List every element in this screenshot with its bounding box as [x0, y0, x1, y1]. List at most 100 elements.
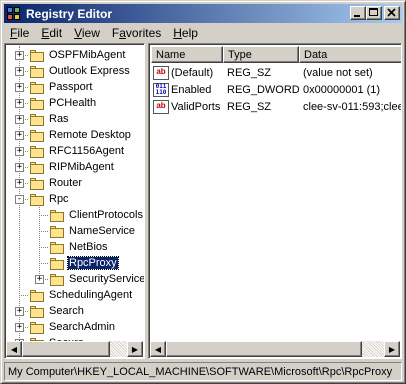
expand-icon[interactable]: + — [15, 179, 24, 188]
tree-horizontal-scrollbar[interactable]: ◀ ▶ — [6, 341, 143, 357]
arrow-right-icon: ▶ — [131, 344, 139, 354]
column-header-data[interactable]: Data — [299, 46, 401, 63]
folder-icon — [49, 209, 65, 222]
tree-item-searchadmin[interactable]: SearchAdmin — [29, 319, 116, 335]
folder-icon — [29, 81, 45, 94]
expand-icon[interactable]: + — [15, 163, 24, 172]
tree-item-search[interactable]: Search — [29, 303, 85, 319]
value-data: 0x00000001 (1) — [303, 83, 381, 96]
value-data: (value not set) — [303, 66, 373, 79]
folder-icon — [49, 225, 65, 238]
folder-icon — [29, 177, 45, 190]
expand-icon[interactable]: + — [15, 307, 24, 316]
folder-icon — [29, 65, 45, 78]
menu-file[interactable]: File — [4, 26, 35, 40]
dword-value-icon: 011 110 — [153, 82, 169, 97]
maximize-icon — [369, 8, 378, 16]
values-list-pane[interactable]: Name Type Data ab (Default) REG_SZ (value n… — [148, 43, 402, 359]
expand-icon[interactable]: + — [15, 323, 24, 332]
menu-view[interactable]: View — [68, 26, 106, 40]
column-header-type[interactable]: Type — [223, 46, 299, 63]
title-bar[interactable]: Registry Editor — [4, 4, 402, 23]
tree-item-ospfmibagent[interactable]: OSPFMibAgent — [29, 47, 126, 63]
tree-item-label: Outlook Express — [49, 65, 130, 77]
close-icon — [387, 8, 396, 17]
folder-icon — [29, 193, 45, 206]
expand-icon[interactable]: + — [15, 83, 24, 92]
tree-item-rpc[interactable]: Rpc — [29, 191, 70, 207]
minimize-button[interactable] — [350, 6, 366, 20]
value-type: REG_DWORD — [227, 83, 299, 96]
expand-icon[interactable]: + — [35, 275, 44, 284]
value-type: REG_SZ — [227, 100, 272, 113]
tree-item-label: Search — [49, 305, 84, 317]
tree-item-ripmibagent[interactable]: RIPMibAgent — [29, 159, 115, 175]
tree-item-remote-desktop[interactable]: Remote Desktop — [29, 127, 132, 143]
folder-icon — [29, 145, 45, 158]
tree-item-label: NetBios — [69, 241, 108, 253]
tree-item-label: Remote Desktop — [49, 129, 131, 141]
tree-item-clientprotocols[interactable]: ClientProtocols — [49, 207, 144, 223]
scroll-right-button[interactable]: ▶ — [127, 341, 143, 357]
string-value-icon: ab — [153, 65, 169, 80]
value-data: clee-sv-011:593;clee — [303, 100, 402, 113]
expand-icon[interactable]: + — [15, 51, 24, 60]
string-value-icon: ab — [153, 99, 169, 114]
folder-icon — [29, 305, 45, 318]
column-header-name[interactable]: Name — [151, 46, 223, 63]
tree-item-label: Passport — [49, 81, 93, 93]
window-title: Registry Editor — [26, 6, 113, 21]
key-tree-pane[interactable]: OSPFMibAgent + Outlook Express + Passport + PC… — [4, 43, 145, 359]
tree-item-router[interactable]: Router — [29, 175, 83, 191]
registry-editor-window: Registry Editor File Edit View Favorites… — [0, 0, 406, 384]
tree-item-label: RpcProxy — [67, 256, 119, 270]
scroll-thumb[interactable] — [22, 341, 110, 357]
menu-help[interactable]: Help — [167, 26, 204, 40]
maximize-button[interactable] — [366, 6, 382, 20]
list-horizontal-scrollbar[interactable]: ◀ ▶ — [150, 341, 400, 357]
tree-item-rpcproxy[interactable]: RpcProxy — [49, 255, 119, 271]
menu-favorites[interactable]: Favorites — [106, 26, 167, 40]
folder-icon — [29, 161, 45, 174]
status-bar: My Computer\HKEY_LOCAL_MACHINE\SOFTWARE\… — [4, 362, 402, 381]
value-row[interactable]: ab (Default) REG_SZ (value not set) — [151, 64, 401, 81]
arrow-left-icon: ◀ — [154, 344, 162, 354]
tree-item-passport[interactable]: Passport — [29, 79, 93, 95]
menu-bar: File Edit View Favorites Help — [4, 24, 402, 42]
expand-icon[interactable]: + — [15, 147, 24, 156]
expand-icon[interactable]: + — [15, 67, 24, 76]
scroll-left-button[interactable]: ◀ — [150, 341, 166, 357]
tree-item-schedulingagent[interactable]: SchedulingAgent — [29, 287, 133, 303]
folder-icon — [49, 273, 65, 286]
scroll-thumb[interactable] — [166, 341, 362, 357]
value-name: (Default) — [171, 66, 214, 79]
list-header: Name Type Data — [151, 46, 401, 63]
tree-item-outlook-express[interactable]: Outlook Express — [29, 63, 131, 79]
folder-icon — [29, 321, 45, 334]
scroll-track[interactable] — [22, 341, 127, 357]
tree-item-securityservice[interactable]: SecurityService — [49, 271, 144, 287]
collapse-icon[interactable]: - — [15, 195, 24, 204]
scroll-track[interactable] — [166, 341, 384, 357]
tree-item-pchealth[interactable]: PCHealth — [29, 95, 97, 111]
folder-icon — [49, 257, 65, 270]
tree-item-label: Rpc — [49, 193, 69, 205]
registry-app-icon — [6, 6, 22, 22]
value-row[interactable]: 011 110 Enabled REG_DWORD 0x00000001 (1) — [151, 81, 401, 98]
expand-icon[interactable]: + — [15, 131, 24, 140]
menu-edit[interactable]: Edit — [35, 26, 68, 40]
tree-item-rfc1156agent[interactable]: RFC1156Agent — [29, 143, 125, 159]
tree-item-ras[interactable]: Ras — [29, 111, 70, 127]
key-tree: OSPFMibAgent + Outlook Express + Passport + PC… — [7, 46, 144, 342]
expand-icon[interactable]: + — [15, 115, 24, 124]
folder-icon — [29, 289, 45, 302]
value-row[interactable]: ab ValidPorts REG_SZ clee-sv-011:593;clee — [151, 98, 402, 115]
tree-item-netbios[interactable]: NetBios — [49, 239, 109, 255]
arrow-right-icon: ▶ — [388, 344, 396, 354]
scroll-right-button[interactable]: ▶ — [384, 341, 400, 357]
folder-icon — [49, 241, 65, 254]
close-button[interactable] — [384, 6, 400, 20]
expand-icon[interactable]: + — [15, 99, 24, 108]
tree-item-nameservice[interactable]: NameService — [49, 223, 136, 239]
scroll-left-button[interactable]: ◀ — [6, 341, 22, 357]
